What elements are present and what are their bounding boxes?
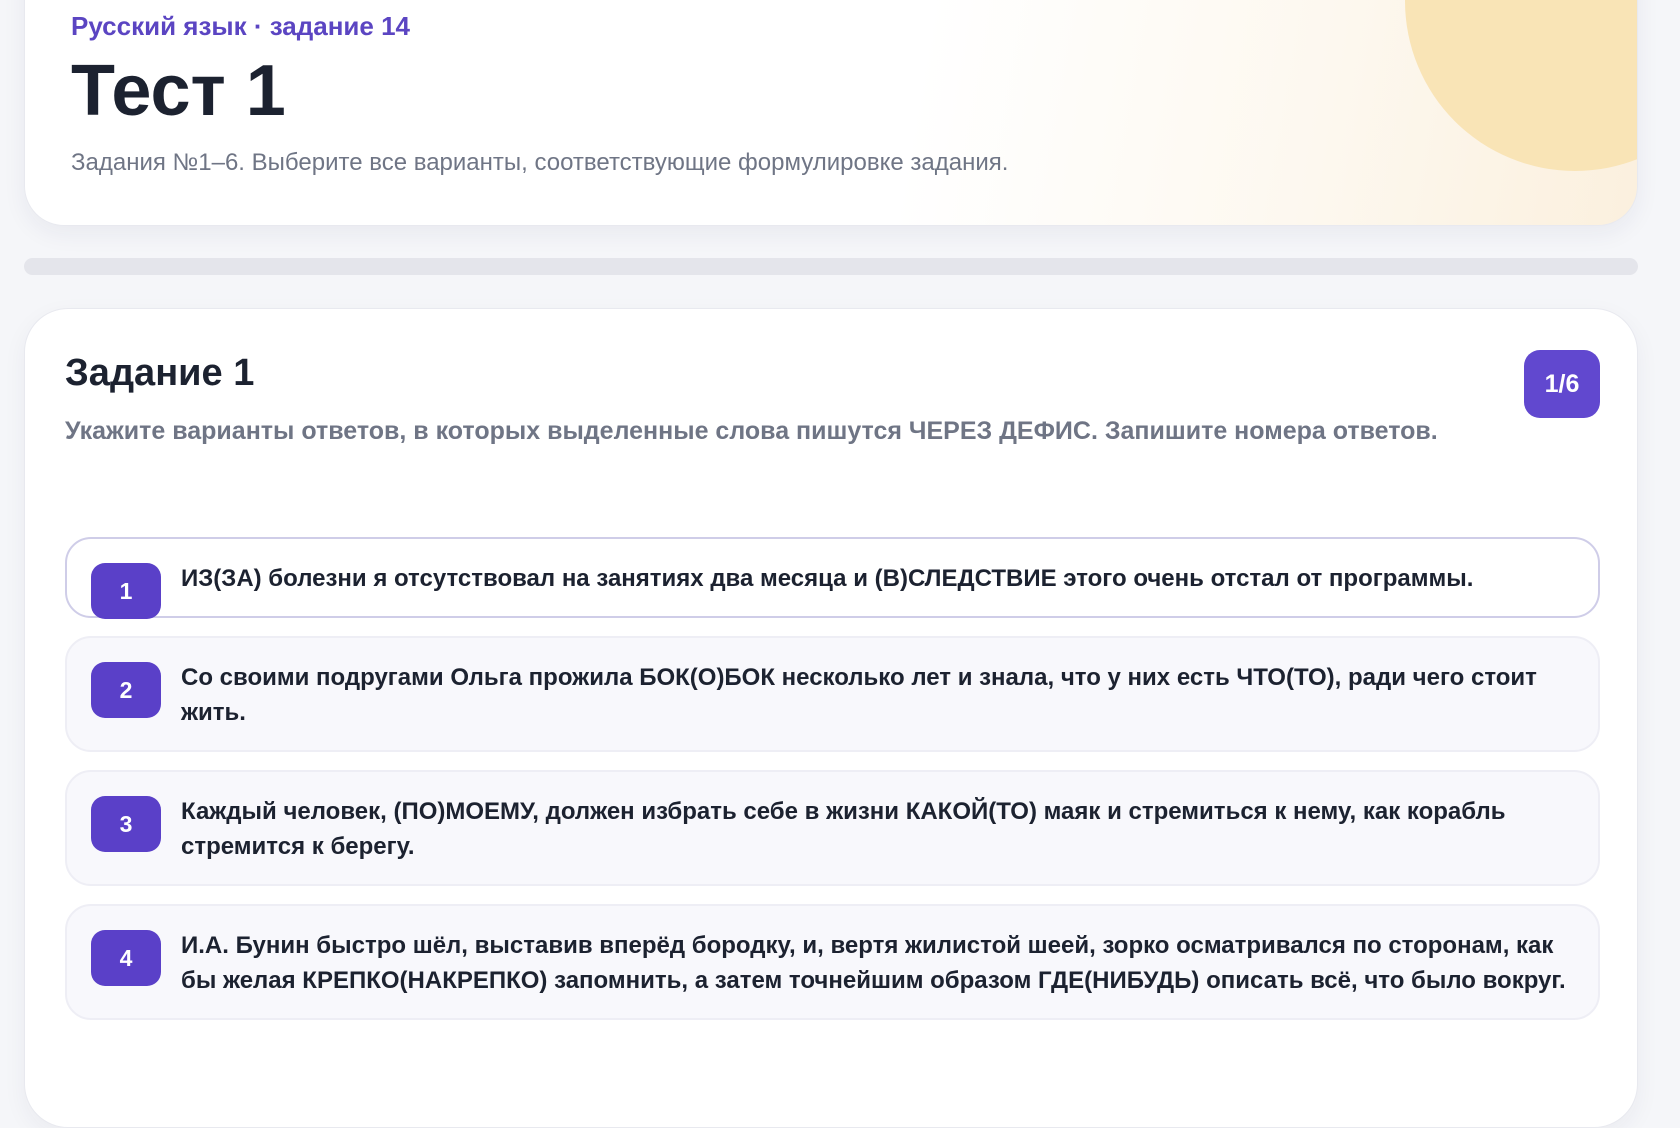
task-instruction: Укажите варианты ответов, в которых выде… (65, 417, 1438, 445)
answer-option-2[interactable]: 2 Со своими подругами Ольга прожила БОК(… (65, 636, 1600, 752)
option-number-badge: 1 (91, 563, 161, 619)
test-title: Тест 1 (71, 51, 286, 131)
option-number-badge: 4 (91, 930, 161, 986)
test-progress-bar (24, 258, 1638, 275)
option-text: Каждый человек, (ПО)МОЕМУ, должен избрат… (181, 798, 1506, 860)
option-number-badge: 3 (91, 796, 161, 852)
task-counter-badge: 1/6 (1524, 350, 1600, 418)
option-text: И.А. Бунин быстро шёл, выставив вперёд б… (181, 932, 1566, 994)
answer-options-list: 1 ИЗ(ЗА) болезни я отсутствовал на занят… (65, 537, 1600, 1038)
sun-decoration (1405, 0, 1637, 171)
subject-label: Русский язык · задание 14 (71, 11, 410, 41)
answer-option-4[interactable]: 4 И.А. Бунин быстро шёл, выставив вперёд… (65, 904, 1600, 1020)
option-text: Со своими подругами Ольга прожила БОК(О)… (181, 664, 1537, 726)
task-title: Задание 1 (65, 352, 255, 394)
task-card: Задание 1 1/6 Укажите варианты ответов, … (24, 308, 1638, 1128)
answer-option-3[interactable]: 3 Каждый человек, (ПО)МОЕМУ, должен избр… (65, 770, 1600, 886)
answer-option-1[interactable]: 1 ИЗ(ЗА) болезни я отсутствовал на занят… (65, 537, 1600, 619)
test-header-card: Русский язык · задание 14 Тест 1 Задания… (24, 0, 1638, 226)
test-description: Задания №1–6. Выберите все варианты, соо… (71, 149, 1009, 176)
option-number-badge: 2 (91, 662, 161, 718)
option-text: ИЗ(ЗА) болезни я отсутствовал на занятия… (181, 565, 1474, 592)
